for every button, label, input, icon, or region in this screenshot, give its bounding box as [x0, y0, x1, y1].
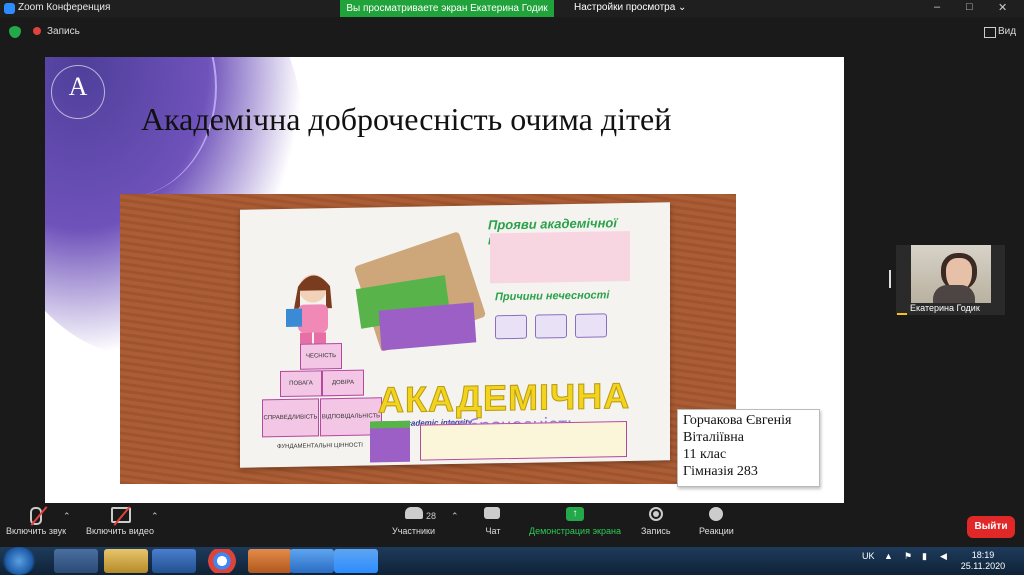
language-indicator[interactable]: UK [862, 551, 875, 561]
mic-muted-icon [30, 506, 48, 526]
share-banner: Вы просматриваете экран Екатерина Годик [340, 0, 554, 17]
panel-resize-handle[interactable] [889, 270, 891, 288]
caption-line: 11 клас [683, 447, 727, 462]
participant-video [911, 245, 991, 303]
meeting-toolbar: Включить звук ⌃ Включить видео ⌃ Участни… [0, 503, 1024, 547]
poster-sheet: Прояви академічної нечесності Причини не… [240, 202, 670, 468]
participant-video-tile[interactable]: Екатерина Годик [896, 245, 1005, 315]
caption-line: Віталіївна [683, 430, 744, 445]
security-shield-icon[interactable] [9, 26, 21, 38]
poster-icon-row [495, 312, 665, 345]
academy-logo: А [51, 65, 105, 119]
poster-photo: Прояви академічної нечесності Причини не… [120, 194, 736, 484]
taskbar-clock[interactable]: 18:19 25.11.2020 [960, 550, 1006, 572]
windows-taskbar: UK ▲ ⚑ ▮ ◀ 18:19 25.11.2020 [0, 547, 1024, 575]
poster-note-box [420, 420, 627, 461]
author-caption: Горчакова Євгенія Віталіївна 11 клас Гім… [677, 409, 820, 487]
logo-letter: А [68, 72, 88, 101]
phone-drawing-icon [535, 314, 567, 339]
tray-expand-icon[interactable]: ▲ [884, 551, 893, 561]
video-options-chevron-icon[interactable]: ⌃ [151, 511, 159, 522]
share-screen-label: Демонстрация экрана [529, 526, 621, 536]
taskbar-chrome-icon[interactable] [200, 549, 244, 573]
reactions-label: Реакции [699, 526, 734, 536]
chat-label: Чат [485, 526, 501, 536]
clock-drawing-icon [495, 314, 527, 340]
unmute-label: Включить звук [6, 526, 67, 536]
participants-count: 28 [426, 511, 437, 521]
network-icon[interactable]: ▮ [922, 551, 927, 562]
minimize-icon[interactable]: – [934, 1, 940, 13]
audio-level-icon [897, 306, 907, 315]
taskbar-folder-icon[interactable] [104, 549, 148, 573]
clock-date: 25.11.2020 [960, 561, 1006, 571]
poster-notes-pink [490, 230, 630, 284]
reactions-icon [707, 507, 725, 521]
meeting-topbar: Запись Вид [0, 17, 1024, 47]
books-stack-drawing [370, 420, 410, 463]
view-button[interactable]: Вид [998, 26, 1016, 37]
window-title: Zoom Конференция [18, 2, 111, 13]
slide-title: Академічна доброчесність очима дітей [141, 101, 672, 137]
unmute-button[interactable]: Включить звук [6, 506, 67, 536]
participants-icon [404, 507, 423, 521]
taskbar-eye-app-icon[interactable] [54, 549, 98, 573]
taskbar-word-icon[interactable] [152, 549, 196, 573]
poster-heading-reasons: Причини нечесності [495, 289, 610, 304]
view-options-dropdown[interactable]: Настройки просмотра ⌄ [574, 2, 686, 13]
pyramid-fundamental-values: ФУНДАМЕНТАЛЬНІ ЦІННОСТІ [277, 442, 363, 451]
reactions-button[interactable]: Реакции [699, 507, 734, 536]
volume-icon[interactable]: ◀ [940, 551, 947, 562]
participant-body [933, 285, 975, 303]
taskbar-zoom-icon[interactable] [334, 549, 378, 573]
maximize-icon[interactable]: □ [966, 1, 973, 13]
caption-line: Гімназія 283 [683, 464, 758, 479]
record-label: Запись [641, 526, 671, 536]
pyramid-respect: ПОВАГА [280, 370, 322, 398]
pyramid-fairness: СПРАВЕДЛИВІСТЬ [262, 398, 319, 438]
view-grid-icon[interactable] [984, 27, 996, 38]
record-button[interactable]: Запись [641, 507, 671, 536]
participant-name: Екатерина Годик [910, 303, 980, 313]
close-icon[interactable]: ✕ [998, 1, 1007, 14]
taskbar-media-player-icon[interactable] [248, 549, 292, 573]
participants-label: Участники [392, 526, 435, 536]
chat-button[interactable]: Чат [484, 507, 502, 536]
share-screen-icon: ↑ [565, 507, 584, 521]
record-icon [647, 507, 665, 521]
pyramid-trust: ДОВІРА [322, 369, 364, 397]
clock-time: 18:19 [971, 550, 995, 560]
participants-options-chevron-icon[interactable]: ⌃ [451, 511, 459, 522]
shared-screen-slide: А Академічна доброчесність очима дітей П… [45, 57, 844, 505]
flag-icon[interactable]: ⚑ [904, 551, 912, 562]
start-button[interactable] [2, 547, 36, 575]
taskbar-lightning-app-icon[interactable] [290, 549, 334, 573]
caption-line: Горчакова Євгенія [683, 413, 792, 428]
recording-label: Запись [47, 26, 80, 37]
camera-off-icon [110, 506, 131, 526]
start-video-button[interactable]: Включить видео [86, 506, 154, 536]
zoom-app-icon [4, 3, 15, 14]
window-titlebar: Zoom Конференция Вы просматриваете экран… [0, 0, 1024, 17]
pyramid-honesty: ЧЕСНІСТЬ [300, 342, 342, 370]
audio-options-chevron-icon[interactable]: ⌃ [63, 511, 71, 522]
share-screen-button[interactable]: ↑ Демонстрация экрана [529, 507, 621, 536]
start-video-label: Включить видео [86, 526, 154, 536]
leave-button[interactable]: Выйти [967, 516, 1015, 538]
check-drawing-icon [575, 313, 607, 338]
purple-notebook-drawing [378, 302, 477, 351]
chat-icon [484, 507, 502, 521]
recording-icon [33, 27, 41, 35]
